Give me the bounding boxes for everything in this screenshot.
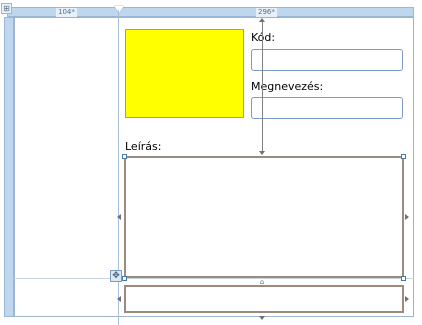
description-label: Leírás: — [125, 140, 162, 153]
column-1-width-label[interactable]: 104* — [56, 8, 77, 17]
resize-handle-bottom-left[interactable] — [122, 276, 127, 281]
row-ruler[interactable] — [4, 17, 14, 317]
designer-canvas: 104* 296* ⊞ Kód: Megnevezés: Leírás: ⌂ ✥ — [0, 0, 422, 325]
guide-arrow-down-icon — [259, 151, 265, 155]
alignment-guide — [262, 22, 263, 153]
resize-handle-top-right[interactable] — [401, 154, 406, 159]
bottom-row-element[interactable] — [124, 285, 404, 313]
name-input[interactable] — [251, 97, 403, 119]
image-placeholder[interactable] — [125, 29, 244, 118]
guide-arrow-up-icon — [259, 18, 265, 22]
margin-right-arrow-icon — [405, 214, 409, 220]
margin-left-arrow-icon — [117, 214, 121, 220]
row-grip-icon[interactable]: ⌂ — [258, 279, 266, 286]
bottom-margin-left-arrow-icon — [117, 296, 121, 302]
column-splitter-marker-icon[interactable] — [114, 6, 124, 13]
bottom-margin-right-arrow-icon — [405, 296, 409, 302]
resize-handle-bottom-right[interactable] — [401, 276, 406, 281]
row-divider[interactable] — [14, 278, 414, 279]
bottom-margin-down-arrow-icon — [259, 316, 265, 320]
code-label: Kód: — [251, 31, 276, 44]
column-2-width-label[interactable]: 296* — [256, 8, 277, 17]
move-icon[interactable]: ✥ — [110, 270, 122, 282]
code-input[interactable] — [251, 49, 403, 71]
grid-corner-icon[interactable]: ⊞ — [1, 3, 12, 14]
description-input[interactable] — [124, 156, 404, 278]
resize-handle-top-left[interactable] — [122, 154, 127, 159]
column-ruler[interactable]: 104* 296* — [7, 7, 414, 17]
